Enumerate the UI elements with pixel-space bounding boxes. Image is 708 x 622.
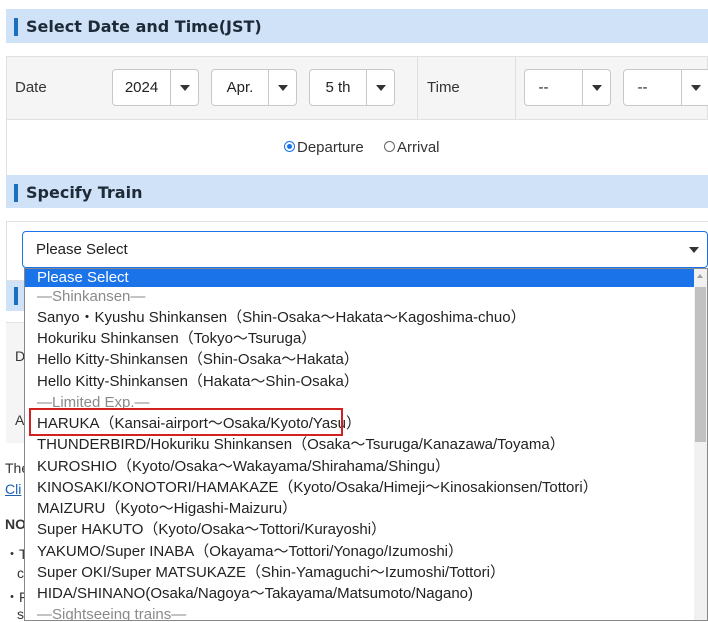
dropdown-option[interactable]: Sanyo・Kyushu Shinkansen（Shin-Osaka～Hakat… <box>25 307 695 328</box>
specify-train-section-header: Specify Train <box>6 175 708 208</box>
day-select[interactable]: 5 th <box>309 69 395 106</box>
day-value: 5 th <box>325 79 351 96</box>
train-dropdown-list[interactable]: Please Select —Shinkansen— Sanyo・Kyushu … <box>24 268 708 621</box>
dropdown-group-label: —Sightseeing trains— <box>37 606 187 621</box>
minute-value: -- <box>637 79 648 96</box>
chevron-down-icon <box>689 247 699 253</box>
hidden-section-header-fragment <box>6 281 24 311</box>
bg-fragment-no: NO <box>5 516 26 532</box>
date-label: Date <box>15 79 47 96</box>
dropdown-option[interactable]: MAIZURU（Kyoto～Higashi-Maizuru） <box>25 498 695 519</box>
bg-fragment-c: c <box>17 565 24 581</box>
month-value: Apr. <box>226 79 254 96</box>
chevron-down-icon <box>278 85 288 91</box>
train-select[interactable]: Please Select <box>22 231 708 268</box>
date-time-section-title: Select Date and Time(JST) <box>26 17 262 36</box>
specify-train-section-title: Specify Train <box>26 183 143 202</box>
hour-select[interactable]: -- <box>524 69 611 106</box>
scroll-up-arrow-icon[interactable] <box>697 274 703 278</box>
year-value: 2024 <box>124 79 159 96</box>
radio-selected-dot <box>287 144 292 149</box>
year-select[interactable]: 2024 <box>112 69 199 106</box>
dropdown-option[interactable]: KUROSHIO（Kyoto/Osaka～Wakayama/Shirahama/… <box>25 456 695 477</box>
dropdown-option[interactable]: Hokuriku Shinkansen（Tokyo～Tsuruga） <box>25 328 695 349</box>
dropdown-option[interactable]: KINOSAKI/KONOTORI/HAMAKAZE（Kyoto/Osaka/H… <box>25 477 695 498</box>
time-label: Time <box>427 79 460 96</box>
train-select-value: Please Select <box>36 241 128 258</box>
chevron-down-icon <box>592 85 602 91</box>
dropdown-option[interactable]: Hello Kitty-Shinkansen（Hakata～Shin-Osaka… <box>25 371 695 392</box>
bg-fragment-link[interactable]: Cli <box>5 481 21 497</box>
dropdown-option[interactable]: Super HAKUTO（Kyoto/Osaka～Tottori/Kurayos… <box>25 519 695 540</box>
bg-fragment-s: s <box>17 606 24 622</box>
scrollbar-thumb[interactable] <box>695 287 706 442</box>
dropdown-option[interactable]: Super OKI/Super MATSUKAZE（Shin-Yamaguchi… <box>25 562 695 583</box>
bg-fragment-a: A <box>15 412 25 428</box>
dropdown-option-selected[interactable]: Please Select <box>25 269 695 287</box>
month-select[interactable]: Apr. <box>211 69 297 106</box>
dropdown-option[interactable]: THUNDERBIRD/Hokuriku Shinkansen（Osaka～Ts… <box>25 434 695 455</box>
arrival-label: Arrival <box>397 139 440 156</box>
section-accent-bar <box>14 184 18 202</box>
departure-label: Departure <box>297 139 364 156</box>
chevron-down-icon <box>180 85 190 91</box>
dropdown-group-label: —Shinkansen— <box>37 288 146 305</box>
hour-value: -- <box>538 79 549 96</box>
section-accent-bar <box>14 18 18 36</box>
minute-select[interactable]: -- <box>623 69 708 106</box>
chevron-down-icon <box>691 85 701 91</box>
dropdown-scrollbar[interactable] <box>694 269 707 620</box>
chevron-down-icon <box>376 85 386 91</box>
dropdown-option[interactable]: Hello Kitty-Shinkansen（Shin-Osaka～Hakata… <box>25 349 695 370</box>
date-time-section-header: Select Date and Time(JST) <box>6 9 708 43</box>
dropdown-option[interactable]: YAKUMO/Super INABA（Okayama～Tottori/Yonag… <box>25 541 695 562</box>
haruka-highlight-box <box>29 408 343 436</box>
dropdown-option[interactable]: HIDA/SHINANO(Osaka/Nagoya～Takayama/Matsu… <box>25 583 695 604</box>
